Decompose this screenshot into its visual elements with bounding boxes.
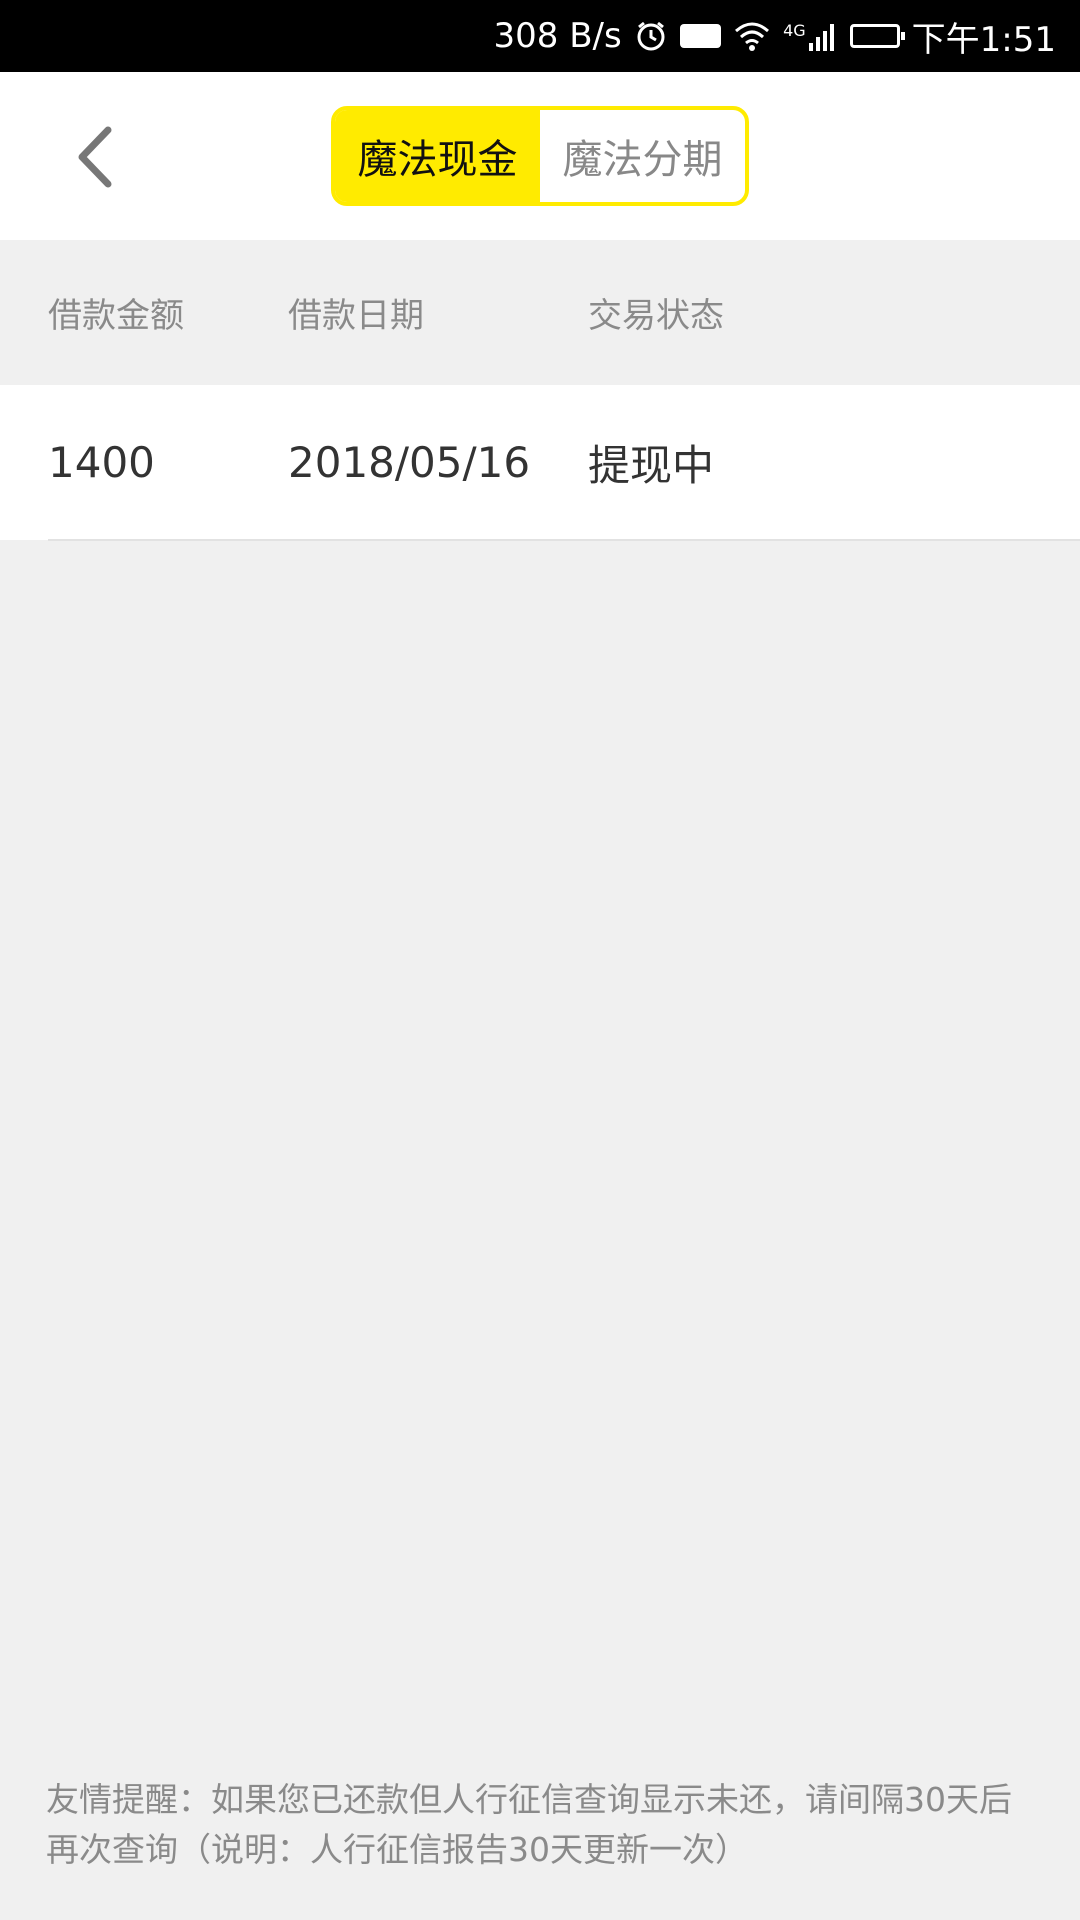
column-header-amount: 借款金额 [48, 296, 184, 336]
column-header-status: 交易状态 [588, 296, 724, 336]
chevron-left-icon [78, 126, 112, 188]
wifi-icon [733, 21, 771, 51]
back-button[interactable] [50, 112, 140, 202]
segmented-control: 魔法现金 魔法分期 [331, 106, 749, 206]
table-header: 借款金额 借款日期 交易状态 [0, 240, 1080, 385]
hd-icon: HD [679, 24, 722, 48]
status-time: 下午1:51 [911, 19, 1056, 60]
status-bar: 308 B/s HD 4G 下午1:51 [0, 0, 1080, 72]
loan-date: 2018/05/16 [288, 438, 531, 487]
network-speed: 308 B/s [493, 16, 622, 56]
tab-magic-cash[interactable]: 魔法现金 [335, 110, 540, 202]
signal-icon: 4G [783, 21, 838, 51]
column-header-date: 借款日期 [288, 296, 424, 336]
network-type: 4G [783, 21, 806, 40]
row-divider [48, 539, 1080, 541]
transaction-status: 提现中 [588, 441, 715, 490]
tab-magic-installment[interactable]: 魔法分期 [540, 110, 745, 202]
loan-amount: 1400 [48, 438, 155, 487]
battery-icon [849, 24, 905, 48]
credit-notice: 友情提醒：如果您已还款但人行征信查询显示未还，请间隔30天后再次查询（说明：人行… [46, 1780, 1012, 1869]
table-row[interactable]: 1400 2018/05/16 提现中 [0, 385, 1080, 540]
alarm-icon [634, 19, 668, 53]
app-header: 魔法现金 魔法分期 [0, 72, 1080, 240]
